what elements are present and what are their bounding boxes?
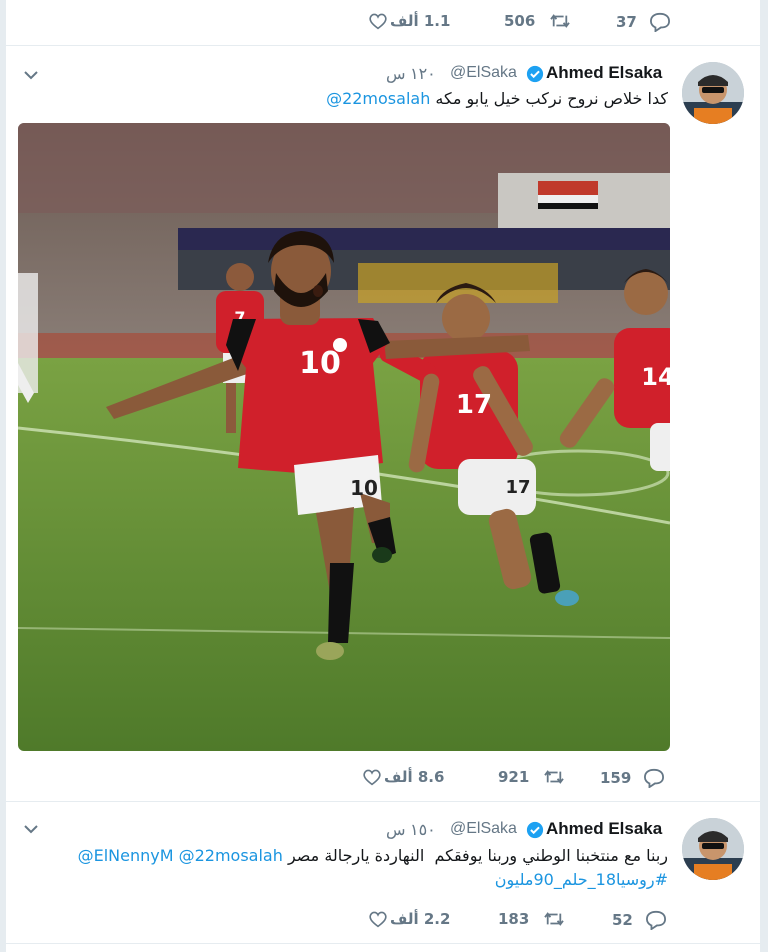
like-count: 1.1 ألف — [390, 12, 451, 30]
tweet-actions: 1.1 ألف 506 37 — [368, 12, 671, 34]
timeline: 1.1 ألف 506 37 ١٢٠ س @ElSaka Ahmed Elsak… — [6, 0, 760, 952]
tweet-actions: 8.6 ألف 921 159 — [362, 768, 668, 790]
reply-button[interactable]: 37 — [616, 12, 671, 32]
heart-icon — [363, 769, 381, 786]
tweet[interactable]: ١٥٠ س @ElSaka Ahmed Elsaka ربنا مع منتخب… — [6, 802, 760, 944]
reply-icon — [645, 910, 666, 930]
tweet-time[interactable]: ١٢٠ س — [386, 64, 436, 84]
mention-link[interactable]: @ElNennyM — [78, 846, 174, 865]
svg-text:10: 10 — [350, 476, 378, 500]
tweet-text: ربنا مع منتخبنا الوطني وربنا يوفقكم النه… — [38, 844, 668, 892]
avatar[interactable] — [682, 62, 744, 124]
retweet-icon — [544, 770, 565, 784]
like-count: 8.6 ألف — [384, 768, 445, 786]
tweet-header: ١٢٠ س @ElSaka Ahmed Elsaka — [386, 62, 670, 86]
retweet-count: 183 — [498, 910, 530, 928]
verified-badge-icon — [526, 821, 544, 839]
svg-text:17: 17 — [456, 390, 492, 420]
tweet-body: كدا خلاص نروح نركب خيل يابو مكه — [435, 89, 668, 108]
svg-text:17: 17 — [505, 477, 530, 498]
mention-link[interactable]: @22mosalah — [179, 846, 283, 865]
verified-badge-icon — [526, 65, 544, 83]
heart-icon — [369, 911, 387, 928]
mention-link[interactable]: @22mosalah — [326, 89, 430, 108]
retweet-button[interactable]: 183 — [498, 910, 565, 928]
tweet[interactable]: ١٢٠ س @ElSaka Ahmed Elsaka كدا خلاص نروح… — [6, 46, 760, 802]
tweet-body: ربنا مع منتخبنا الوطني وربنا يوفقكم النه… — [287, 846, 668, 865]
reply-button[interactable]: 52 — [612, 910, 667, 930]
retweet-button[interactable]: 921 — [498, 768, 565, 786]
like-button[interactable]: 8.6 ألف — [362, 768, 444, 786]
chevron-down-icon[interactable] — [22, 820, 40, 838]
author-name[interactable]: Ahmed Elsaka — [546, 63, 662, 83]
retweet-icon — [550, 14, 571, 28]
avatar[interactable] — [682, 818, 744, 880]
svg-text:10: 10 — [299, 346, 341, 381]
retweet-count: 506 — [504, 12, 536, 30]
heart-icon — [369, 13, 387, 30]
reply-count: 159 — [600, 769, 632, 787]
match-photo: 7 17 17 14 10 10 — [18, 123, 670, 751]
reply-icon — [644, 768, 665, 788]
chevron-down-icon[interactable] — [22, 66, 40, 84]
retweet-icon — [544, 912, 565, 926]
avatar-image — [682, 818, 744, 880]
tweet-header: ١٥٠ س @ElSaka Ahmed Elsaka — [386, 818, 670, 842]
author-handle[interactable]: @ElSaka — [450, 64, 517, 82]
tweet-text-line: #روسيا18_حلم_90مليون — [38, 868, 668, 892]
avatar-image — [682, 62, 744, 124]
author-handle[interactable]: @ElSaka — [450, 820, 517, 838]
reply-count: 52 — [612, 911, 633, 929]
svg-text:14: 14 — [641, 363, 670, 391]
tweet-partial[interactable]: 1.1 ألف 506 37 — [6, 0, 760, 46]
tweet-actions: 2.2 ألف 183 52 — [368, 910, 668, 932]
tweet-text: كدا خلاص نروح نركب خيل يابو مكه @22mosal… — [326, 88, 668, 110]
like-button[interactable]: 1.1 ألف — [368, 12, 450, 30]
tweet-text-line: ربنا مع منتخبنا الوطني وربنا يوفقكم النه… — [38, 844, 668, 868]
retweet-button[interactable]: 506 — [504, 12, 571, 30]
tweet-time[interactable]: ١٥٠ س — [386, 820, 436, 840]
reply-icon — [649, 12, 670, 32]
reply-count: 37 — [616, 13, 637, 31]
retweet-count: 921 — [498, 768, 530, 786]
like-button[interactable]: 2.2 ألف — [368, 910, 450, 928]
like-count: 2.2 ألف — [390, 910, 451, 928]
author-name[interactable]: Ahmed Elsaka — [546, 819, 662, 839]
tweet-media[interactable]: 7 17 17 14 10 10 — [18, 123, 670, 751]
hashtag-link[interactable]: #روسيا18_حلم_90مليون — [495, 870, 668, 889]
reply-button[interactable]: 159 — [600, 768, 665, 788]
